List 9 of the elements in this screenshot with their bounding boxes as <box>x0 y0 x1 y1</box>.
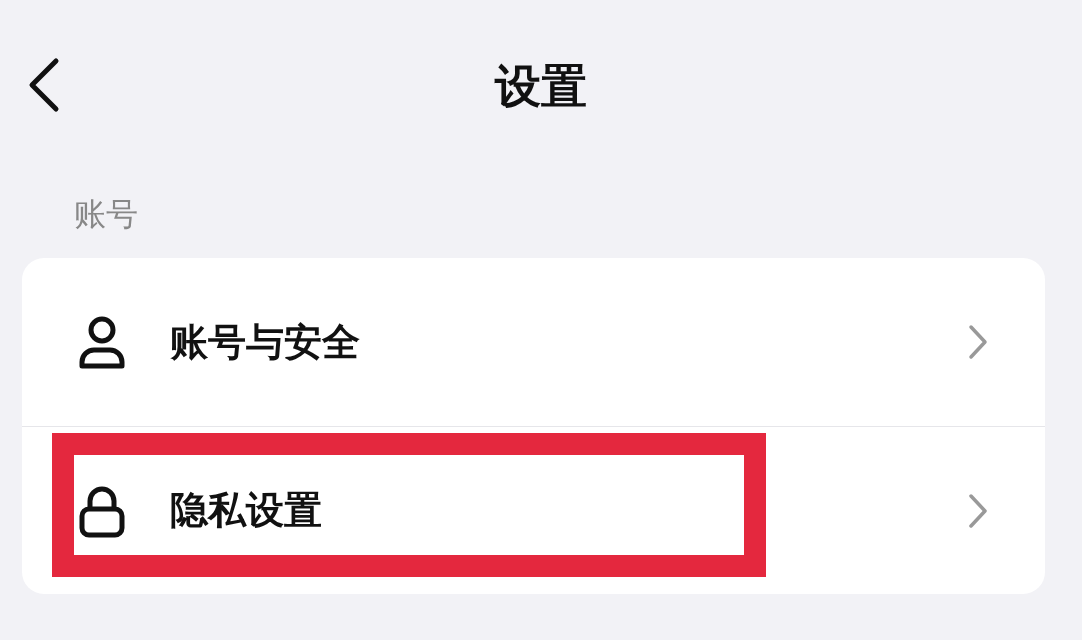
chevron-icon <box>967 491 989 530</box>
person-icon <box>78 314 126 370</box>
section-label: 账号 <box>74 194 138 235</box>
chevron-icon <box>967 323 989 361</box>
settings-row[interactable]: 账号与安全 <box>22 258 1045 426</box>
page-title: 设置 <box>495 57 587 115</box>
settings-item-label: 隐私设置 <box>170 487 322 534</box>
settings-item-label: 账号与安全 <box>170 318 360 366</box>
settings-row[interactable]: 隐私设置 <box>22 426 1045 594</box>
